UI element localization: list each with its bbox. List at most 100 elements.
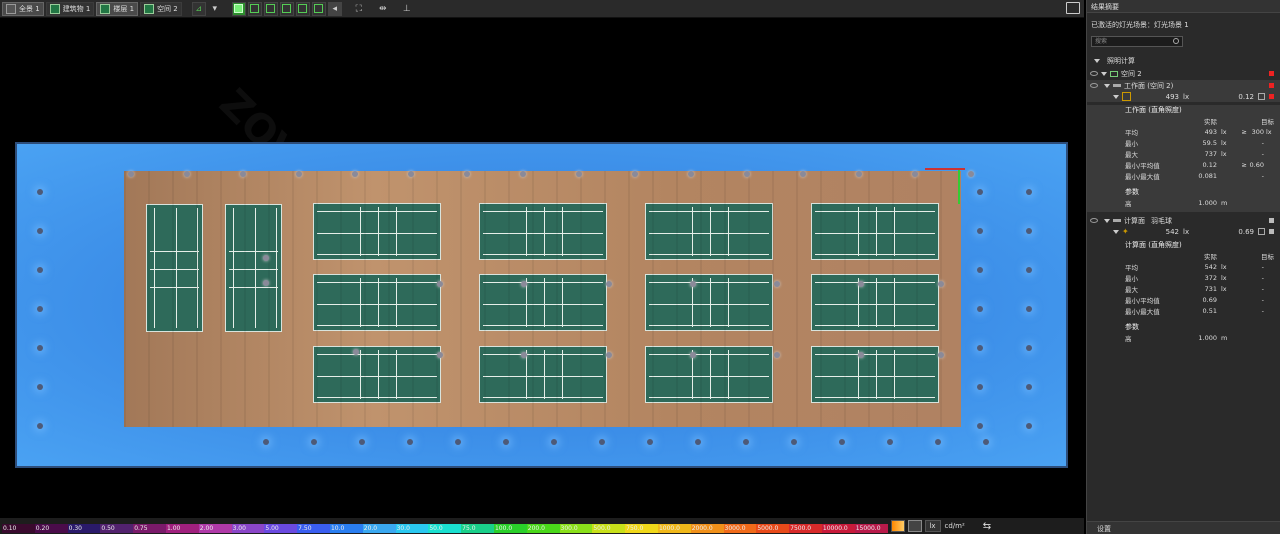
luminaire[interactable] [977,228,983,234]
luminaire[interactable] [240,171,246,177]
view-3d-button[interactable] [311,1,326,16]
luminaire[interactable] [791,439,797,445]
luminaire[interactable] [455,439,461,445]
calcplane-summary[interactable]: ✦ 542 lx 0.69 [1087,226,1280,237]
luminaire[interactable] [520,171,526,177]
luminaire[interactable] [37,189,43,195]
view-left-button[interactable] [263,1,278,16]
luminaire[interactable] [37,423,43,429]
luminaire[interactable] [977,306,983,312]
luminaire[interactable] [632,171,638,177]
luminaire[interactable] [695,439,701,445]
search-input[interactable]: 搜索 [1091,36,1183,47]
luminaire[interactable] [968,171,974,177]
luminaire[interactable] [744,171,750,177]
luminaire[interactable] [353,349,359,355]
3d-viewport[interactable]: ZOVETO ZOVETO [0,18,1084,518]
luminaire[interactable] [858,281,864,287]
luminaire[interactable] [407,439,413,445]
luminaire[interactable] [521,352,527,358]
luminaire[interactable] [774,281,780,287]
luminaire[interactable] [1026,423,1032,429]
unit-lx-button[interactable]: lx [924,520,941,532]
luminaire[interactable] [551,439,557,445]
luminaire[interactable] [352,171,358,177]
eye-icon[interactable] [1090,71,1098,76]
settings-bar[interactable]: 设置 [1087,521,1280,534]
swap-icon[interactable]: ⇆ [983,521,991,532]
luminaire[interactable] [37,306,43,312]
luminaire[interactable] [599,439,605,445]
collapse-arrow-icon[interactable]: ◂ [327,1,342,16]
luminaire[interactable] [977,384,983,390]
luminaire[interactable] [408,171,414,177]
info-button[interactable] [1258,93,1265,100]
luminaire[interactable] [37,228,43,234]
tree-item-workplane[interactable]: 工作面 (空间 2) [1087,80,1280,91]
luminaire[interactable] [521,281,527,287]
luminaire[interactable] [977,267,983,273]
luminaire[interactable] [128,171,134,177]
luminaire[interactable] [1026,228,1032,234]
tree-item-calcplane[interactable]: 计算面 羽毛球 [1087,215,1280,226]
luminaire[interactable] [606,281,612,287]
info-button[interactable] [1258,228,1265,235]
luminaire[interactable] [688,171,694,177]
luminaire[interactable] [263,280,269,286]
luminaire[interactable] [437,352,443,358]
luminaire[interactable] [690,281,696,287]
luminaire[interactable] [647,439,653,445]
luminaire[interactable] [800,171,806,177]
section-lighting[interactable]: 照明计算 [1087,54,1280,68]
luminaire[interactable] [359,439,365,445]
luminaire[interactable] [503,439,509,445]
luminaire[interactable] [576,171,582,177]
view-top-button[interactable] [231,1,246,16]
luminaire[interactable] [938,352,944,358]
unit-cd-label[interactable]: cd/m² [945,522,965,530]
measure-icon[interactable]: ⇹ [376,2,390,16]
luminaire[interactable] [1026,345,1032,351]
luminaire[interactable] [938,281,944,287]
luminaire[interactable] [296,171,302,177]
view-back-button[interactable] [295,1,310,16]
tab-floor[interactable]: 楼层 1 [96,1,139,16]
eye-icon[interactable] [1090,83,1098,88]
tab-building[interactable]: 建筑物 1 [45,1,95,16]
tab-overview[interactable]: 全景 1 [2,1,44,16]
luminaire[interactable] [743,439,749,445]
tab-space[interactable]: 空间 2 [140,1,182,16]
luminaire[interactable] [37,384,43,390]
luminaire[interactable] [37,267,43,273]
monitor-icon[interactable] [1066,2,1080,14]
luminaire[interactable] [1026,384,1032,390]
luminaire[interactable] [464,171,470,177]
luminaire[interactable] [1026,189,1032,195]
luminaire[interactable] [977,423,983,429]
isoline-button[interactable] [907,520,922,532]
luminaire[interactable] [887,439,893,445]
luminaire[interactable] [1026,267,1032,273]
view-mode-dropdown[interactable]: ⊿ [191,1,206,16]
luminaire[interactable] [690,352,696,358]
luminaire[interactable] [263,255,269,261]
luminaire[interactable] [983,439,989,445]
luminaire[interactable] [858,352,864,358]
luminaire[interactable] [184,171,190,177]
luminaire[interactable] [37,345,43,351]
falsecolor-button[interactable] [890,520,905,532]
tree-item-space[interactable]: 空间 2 [1087,68,1280,79]
eye-icon[interactable] [1090,218,1098,223]
luminaire[interactable] [856,171,862,177]
luminaire[interactable] [935,439,941,445]
luminaire[interactable] [774,352,780,358]
view-right-button[interactable] [279,1,294,16]
luminaire[interactable] [912,171,918,177]
view-front-button[interactable] [247,1,262,16]
luminaire[interactable] [437,281,443,287]
luminaire[interactable] [977,189,983,195]
workplane-summary[interactable]: 493 lx 0.12 [1087,91,1280,102]
chevron-down-icon[interactable]: ▾ [208,2,222,16]
coordinate-icon[interactable]: ⊥ [400,2,414,16]
luminaire[interactable] [311,439,317,445]
